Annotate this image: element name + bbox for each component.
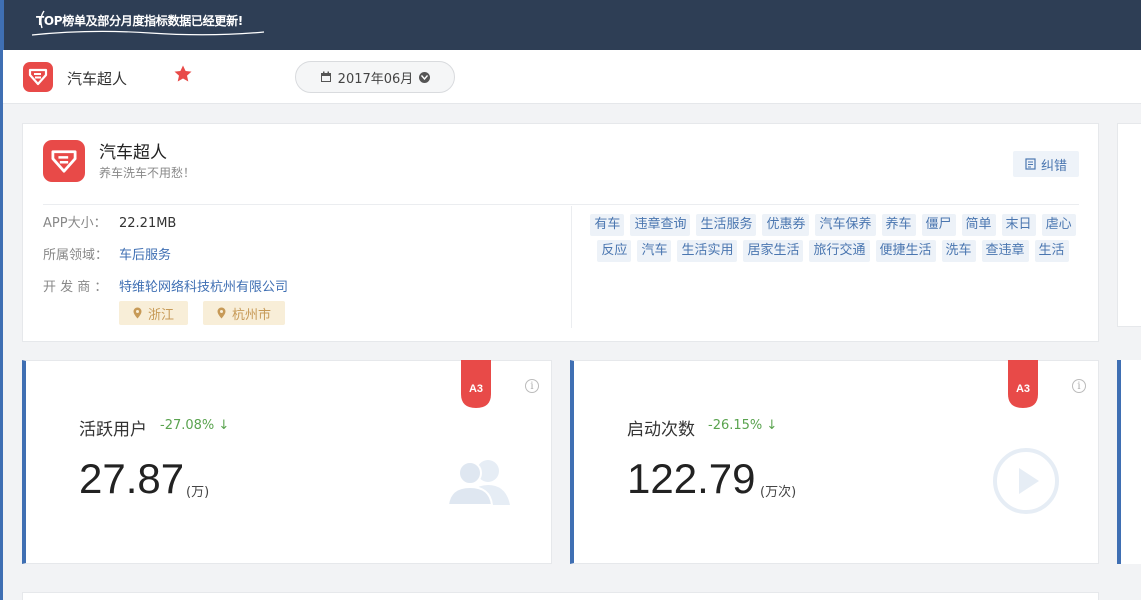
- play-icon: [993, 448, 1059, 514]
- app-logo-large: [43, 140, 85, 182]
- metric-value: 122.79: [627, 455, 756, 502]
- developer-label: 开 发 商 ：: [43, 280, 108, 295]
- tag-item[interactable]: 有车: [590, 214, 625, 236]
- metric-unit: (万): [186, 485, 210, 500]
- app-size-value: 22.21MB: [119, 216, 177, 231]
- metric-card-active-users: A3 i 活跃用户 -27.08% ↓ 27.87 (万): [22, 360, 552, 564]
- top-bar: TOP榜单及部分月度指标数据已经更新!: [0, 0, 1141, 50]
- tag-item[interactable]: 居家生活: [743, 240, 804, 262]
- metric-title: 活跃用户: [79, 420, 147, 440]
- notice-underline: [31, 30, 265, 36]
- rank-badge: A3: [1008, 360, 1038, 408]
- left-rail: [0, 50, 3, 600]
- chevron-down-icon: [419, 71, 431, 83]
- tag-item[interactable]: 便捷生活: [875, 240, 936, 262]
- tag-list: 有车 违章查询 生活服务 优惠券 汽车保养 养车 僵尸 简单 末日 虐心反应 汽车 生活实用 居家生活旅…: [583, 214, 1083, 262]
- users-icon: [446, 460, 510, 506]
- map-pin-icon: [133, 307, 142, 319]
- metric-unit: (万次): [760, 485, 797, 500]
- tag-item[interactable]: 养车: [881, 214, 916, 236]
- app-logo: [23, 62, 53, 92]
- app-info-card: 汽车超人 养车洗车不用愁！ 纠错 APP大小： 22.21MB 所属领域： 车后服务…: [22, 123, 1099, 342]
- arrow-down-icon: ↓: [218, 418, 230, 433]
- map-pin-icon: [217, 307, 226, 319]
- metric-change: -27.08% ↓: [160, 418, 230, 433]
- metric-title: 启动次数: [627, 420, 695, 440]
- app-slogan: 养车洗车不用愁！: [99, 166, 196, 180]
- metric-card-launches: A3 i 启动次数 -26.15% ↓ 122.79 (万次): [570, 360, 1099, 564]
- metric-card-peek: [1117, 360, 1141, 564]
- app-size-label: APP大小：: [43, 216, 107, 231]
- tag-item[interactable]: 简单: [961, 214, 996, 236]
- tag-item[interactable]: 旅行交通: [809, 240, 870, 262]
- tag-item[interactable]: 反应: [597, 240, 632, 262]
- month-label: 2017年06月: [337, 71, 414, 87]
- svg-text:A3: A3: [469, 383, 483, 395]
- tag-item[interactable]: 洗车: [941, 240, 976, 262]
- developer-row: 开 发 商 ： 特维轮网络科技杭州有限公司: [43, 276, 288, 295]
- app-name: 汽车超人: [99, 143, 167, 163]
- tag-item[interactable]: 生活: [1034, 240, 1069, 262]
- top-bar-accent: [0, 0, 4, 50]
- tag-item[interactable]: 末日: [1001, 214, 1036, 236]
- favorite-star-icon[interactable]: [173, 64, 193, 84]
- divider: [43, 204, 1079, 205]
- calendar-icon: [320, 71, 331, 82]
- developer-link[interactable]: 特维轮网络科技杭州有限公司: [119, 280, 288, 295]
- tag-item[interactable]: 生活实用: [677, 240, 738, 262]
- app-domain-label: 所属领域：: [43, 248, 109, 263]
- location-city[interactable]: 杭州市: [203, 301, 286, 325]
- month-selector[interactable]: 2017年06月: [295, 61, 455, 93]
- app-subheader: 汽车超人 2017年06月: [3, 50, 1141, 104]
- tag-item[interactable]: 汽车保养: [815, 214, 876, 236]
- app-title: 汽车超人: [67, 70, 128, 88]
- report-error-button[interactable]: 纠错: [1013, 151, 1079, 177]
- tag-item[interactable]: 汽车: [637, 240, 672, 262]
- svg-text:A3: A3: [1016, 383, 1030, 395]
- side-panel-peek: [1117, 123, 1141, 327]
- tag-item[interactable]: 僵尸: [921, 214, 956, 236]
- tag-item[interactable]: 生活服务: [696, 214, 757, 236]
- info-icon[interactable]: i: [525, 379, 539, 393]
- document-icon: [1025, 158, 1036, 170]
- app-size-row: APP大小： 22.21MB: [43, 212, 176, 231]
- location-province[interactable]: 浙江: [119, 301, 189, 325]
- app-domain-link[interactable]: 车后服务: [119, 248, 171, 263]
- content-card-bottom: [22, 592, 1099, 600]
- info-icon[interactable]: i: [1072, 379, 1086, 393]
- tag-item[interactable]: 查违章: [981, 240, 1029, 262]
- metric-change: -26.15% ↓: [708, 418, 778, 433]
- tag-item[interactable]: 违章查询: [630, 214, 691, 236]
- tag-item[interactable]: 优惠券: [762, 214, 810, 236]
- divider-vertical: [571, 206, 572, 328]
- arrow-down-icon: ↓: [766, 418, 778, 433]
- app-domain-row: 所属领域： 车后服务: [43, 244, 171, 263]
- rank-badge: A3: [461, 360, 491, 408]
- metric-value: 27.87: [79, 455, 185, 502]
- tag-item[interactable]: 虐心: [1041, 214, 1076, 236]
